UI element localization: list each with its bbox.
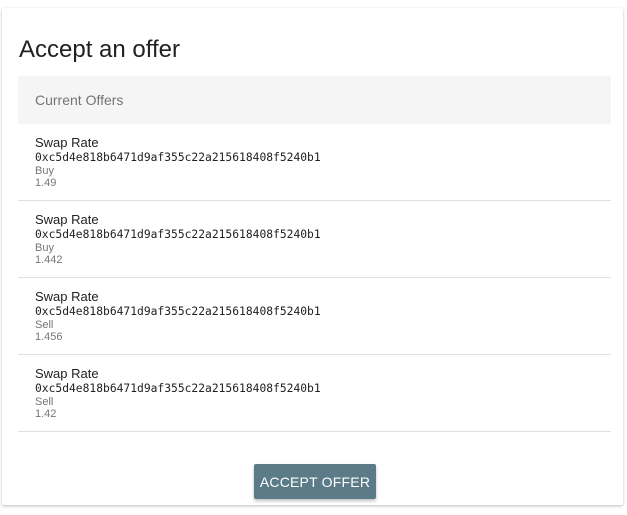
offer-side: Sell [35, 396, 54, 408]
offer-address: 0xc5d4e818b6471d9af355c22a215618408f5240… [35, 228, 321, 241]
offer-item[interactable]: Swap Rate 0xc5d4e818b6471d9af355c22a2156… [18, 278, 611, 355]
offer-title: Swap Rate [35, 135, 99, 150]
offer-title: Swap Rate [35, 366, 99, 381]
offer-side: Buy [35, 242, 54, 254]
offer-item[interactable]: Swap Rate 0xc5d4e818b6471d9af355c22a2156… [18, 201, 611, 278]
offer-address: 0xc5d4e818b6471d9af355c22a215618408f5240… [35, 305, 321, 318]
offer-title: Swap Rate [35, 212, 99, 227]
offer-rate: 1.42 [35, 408, 57, 420]
accept-offer-card: Accept an offer Current Offers Swap Rate… [2, 8, 623, 505]
offer-address: 0xc5d4e818b6471d9af355c22a215618408f5240… [35, 151, 321, 164]
list-header: Current Offers [18, 76, 611, 124]
offer-rate: 1.442 [35, 254, 63, 266]
offer-item[interactable]: Swap Rate 0xc5d4e818b6471d9af355c22a2156… [18, 124, 611, 201]
offer-side: Sell [35, 319, 54, 331]
offers-list: Current Offers Swap Rate 0xc5d4e818b6471… [18, 76, 611, 432]
page-title: Accept an offer [19, 36, 180, 63]
offer-side: Buy [35, 165, 54, 177]
offer-title: Swap Rate [35, 289, 99, 304]
accept-offer-button[interactable]: ACCEPT OFFER [254, 464, 376, 499]
offer-rate: 1.49 [35, 177, 57, 189]
offer-rate: 1.456 [35, 331, 63, 343]
offer-item[interactable]: Swap Rate 0xc5d4e818b6471d9af355c22a2156… [18, 355, 611, 432]
offer-address: 0xc5d4e818b6471d9af355c22a215618408f5240… [35, 382, 321, 395]
